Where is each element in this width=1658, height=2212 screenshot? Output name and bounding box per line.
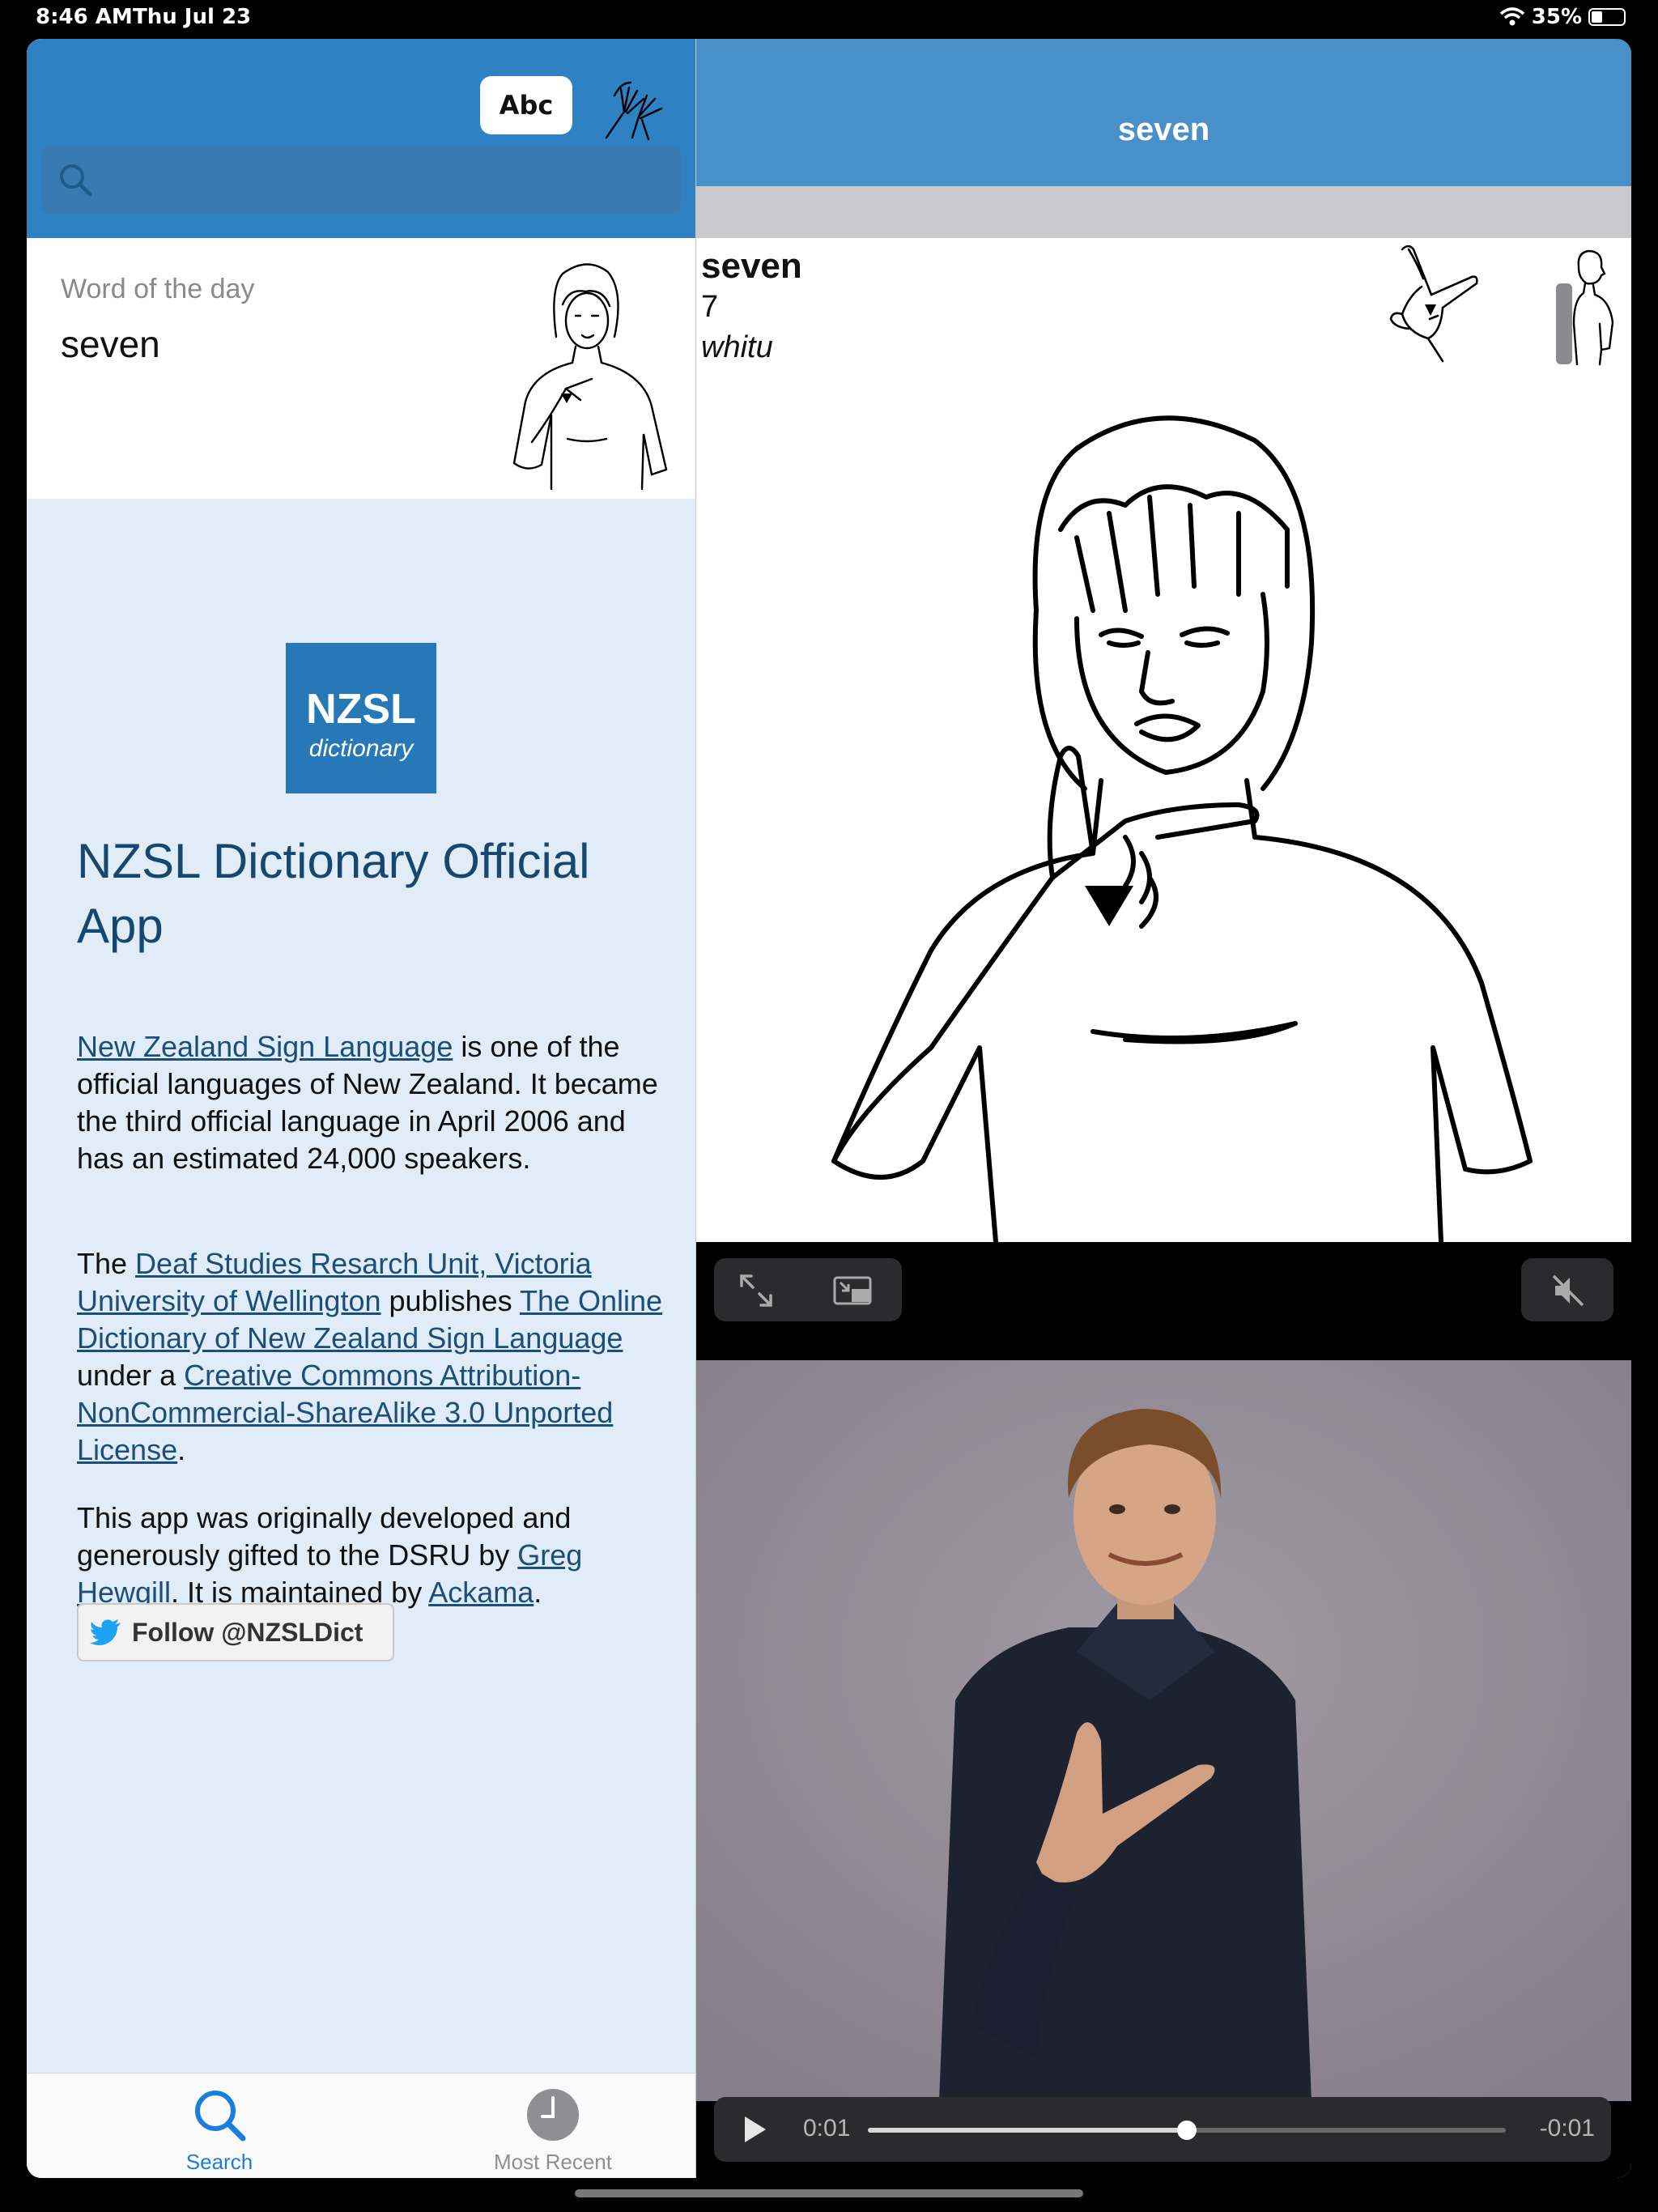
detail-title: seven [1117,112,1210,147]
p3-text-1: This app was originally developed and ge… [77,1501,572,1572]
search-field[interactable] [41,146,681,214]
fullscreen-icon[interactable] [738,1273,774,1308]
p2-text-2: publishes [380,1284,520,1317]
sign-detail: seven 7 whitu [696,238,1631,1242]
p2-text-4: . [177,1433,186,1466]
signing-hands-icon [605,81,663,141]
home-indicator [575,2189,1083,2197]
left-pane: Abc Word of the day seven NZSL dictionar… [27,39,696,2178]
app-title: NZSL Dictionary Official App [77,834,590,953]
sign-illustration [831,415,1533,1242]
credits-paragraph: This app was originally developed and ge… [77,1499,676,1611]
tab-most-recent[interactable]: Most Recent [432,2085,674,2174]
play-icon[interactable] [738,2113,771,2146]
clock-icon [527,2089,579,2141]
search-header: Abc [27,39,695,238]
word-of-the-day-card[interactable]: Word of the day seven [27,238,695,499]
follow-label: Follow @NZSLDict [132,1617,363,1647]
current-time: 0:01 [803,2115,851,2142]
video-controls-top [696,1242,1631,1363]
video-frame-signer [696,1360,1631,2101]
handshape-icon [1389,245,1478,363]
video-scrubber[interactable] [868,2121,1506,2140]
picture-in-picture-icon[interactable] [832,1273,874,1308]
search-icon [60,164,92,197]
p3-text-3: . [534,1576,542,1609]
remaining-time: -0:01 [1539,2115,1595,2142]
side-profile-icon [1572,249,1614,366]
status-date: Thu Jul 23 [133,5,252,29]
p2-text-1: The [77,1247,136,1280]
logo-text-dictionary: dictionary [308,735,414,762]
video-view-controls [714,1258,902,1321]
status-time: 8:46 AM [36,5,133,29]
wotd-label: Word of the day [61,274,255,304]
mute-button[interactable] [1521,1258,1613,1321]
status-bar: 8:46 AM Thu Jul 23 35% [0,0,1658,39]
scrubber-progress [868,2128,1187,2133]
tab-search[interactable]: Search [98,2085,341,2174]
intro-paragraph: New Zealand Sign Language is one of the … [77,1028,676,1177]
wotd-word: seven [61,323,160,365]
ackama-link[interactable]: Ackama [428,1576,534,1609]
abc-mode-button[interactable]: Abc [480,76,572,134]
header-divider [696,186,1631,238]
logo-text-nzsl: NZSL [306,686,416,733]
search-icon [195,2091,246,2142]
detail-header: seven [696,39,1631,186]
publisher-paragraph: The Deaf Studies Resarch Unit, Victoria … [77,1245,676,1469]
sign-mode-button[interactable] [590,71,671,144]
battery-percent: 35% [1531,5,1582,29]
wifi-icon [1499,7,1524,26]
sign-maori: whitu [701,330,773,364]
scrubber-thumb[interactable] [1177,2121,1197,2140]
nzsl-link[interactable]: New Zealand Sign Language [77,1030,453,1063]
status-indicators: 35% [1499,5,1626,29]
sign-word: seven [701,246,802,286]
twitter-follow-button[interactable]: Follow @NZSLDict [77,1603,394,1661]
speaker-muted-icon [1552,1274,1584,1307]
battery-icon [1588,8,1626,26]
sign-video[interactable] [696,1360,1631,2101]
app-window: Abc Word of the day seven NZSL dictionar… [27,39,1631,2178]
tab-bar: Search Most Recent [27,2073,695,2178]
tab-most-recent-label: Most Recent [494,2150,612,2174]
sign-number: 7 [701,290,719,324]
video-playbar: 0:01 -0:01 [714,2097,1611,2162]
wotd-sign-drawing [512,263,668,491]
right-pane: seven seven 7 whitu 0:01 -0:01 [696,39,1631,2178]
tab-search-label: Search [185,2150,253,2174]
nzsl-logo: NZSL dictionary [286,643,436,793]
twitter-bird-icon [90,1619,121,1645]
p2-text-3: under a [77,1359,185,1392]
